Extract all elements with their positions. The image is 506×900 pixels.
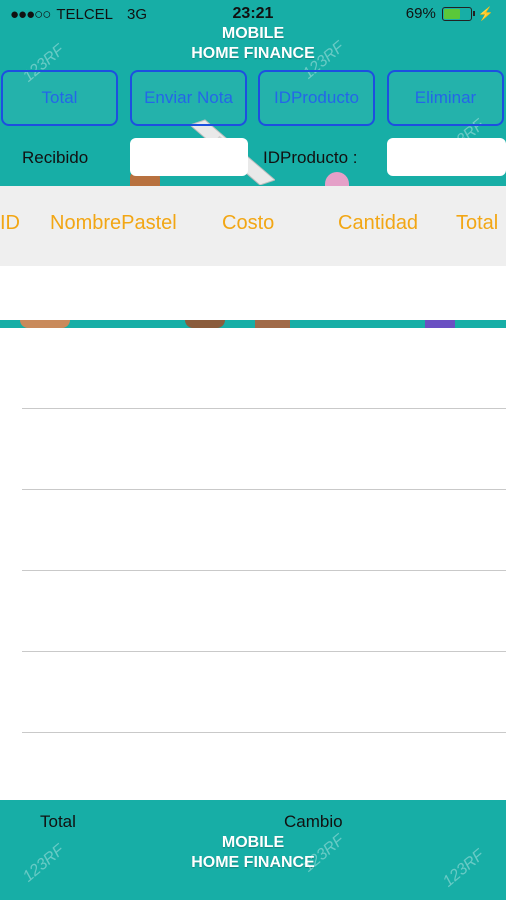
idproducto-field[interactable] bbox=[387, 138, 506, 176]
charging-icon: ⚡ bbox=[477, 5, 494, 21]
table-row[interactable] bbox=[0, 266, 506, 320]
brand-title: MOBILE HOME FINANCE bbox=[0, 24, 506, 64]
table-body bbox=[0, 328, 506, 800]
battery-icon bbox=[441, 6, 475, 21]
column-header-costo: Costo bbox=[222, 212, 275, 234]
idproducto-button[interactable]: IDProducto bbox=[258, 70, 375, 126]
divider bbox=[0, 320, 506, 328]
column-header-cantidad: Cantidad bbox=[338, 212, 419, 234]
battery-percent: 69% bbox=[405, 5, 436, 22]
footer-cambio-label: Cambio bbox=[284, 812, 343, 831]
footer: Total Cambio MOBILE HOME FINANCE 123RF 1… bbox=[0, 800, 506, 900]
row-separator bbox=[22, 651, 506, 652]
column-header-nombrepastel: NombrePastel bbox=[50, 212, 177, 234]
row-separator bbox=[22, 489, 506, 490]
recibido-field[interactable] bbox=[130, 138, 248, 176]
row-separator bbox=[22, 570, 506, 571]
brand-line2: HOME FINANCE bbox=[191, 45, 315, 62]
enviar-nota-button[interactable]: Enviar Nota bbox=[130, 70, 247, 126]
brand-line1: MOBILE bbox=[221, 25, 285, 42]
row-separator bbox=[22, 408, 506, 409]
table-header: ID NombrePastel Costo Cantidad Total bbox=[0, 186, 506, 267]
footer-total-label: Total bbox=[40, 812, 76, 831]
recibido-label: Recibido bbox=[22, 148, 89, 167]
footer-brand-line1: MOBILE bbox=[221, 834, 285, 851]
column-header-id: ID bbox=[0, 212, 20, 234]
row-separator bbox=[22, 732, 506, 733]
footer-brand-line2: HOME FINANCE bbox=[191, 854, 315, 871]
column-header-total: Total bbox=[456, 212, 499, 234]
eliminar-button[interactable]: Eliminar bbox=[387, 70, 504, 126]
illustration-icon bbox=[325, 172, 349, 186]
total-button[interactable]: Total bbox=[1, 70, 118, 126]
idproducto-field-label: IDProducto : bbox=[263, 148, 358, 167]
footer-brand: MOBILE HOME FINANCE bbox=[0, 833, 506, 873]
